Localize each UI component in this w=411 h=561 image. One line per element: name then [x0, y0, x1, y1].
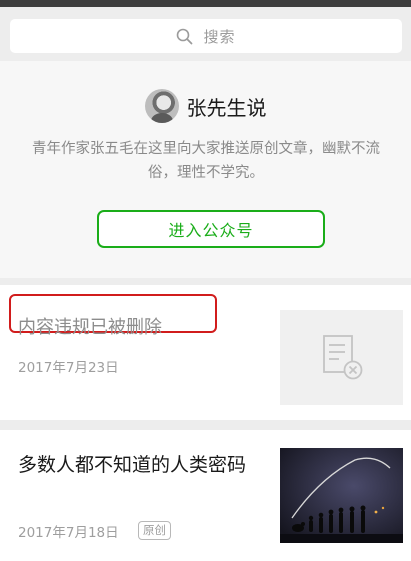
account-description: 青年作家张五毛在这里向大家推送原创文章，幽默不流俗，理性不学究。: [32, 141, 380, 181]
article-date: 2017年7月18日: [18, 525, 119, 541]
search-area: 搜索: [0, 7, 411, 61]
article-thumbnail: [280, 448, 403, 543]
account-name: 张先生说: [186, 95, 267, 120]
search-icon: [177, 28, 193, 44]
original-badge: 原创: [138, 521, 171, 540]
article-title: 多数人都不知道的人类密码: [18, 454, 247, 476]
article-date: 2017年7月23日: [18, 360, 119, 376]
evolution-silhouette-image: [280, 448, 403, 543]
search-input[interactable]: 搜索: [10, 19, 402, 53]
article-item[interactable]: 多数人都不知道的人类密码 2017年7月18日 原创: [0, 430, 411, 561]
article-item-deleted[interactable]: 内容违规已被删除 2017年7月23日: [0, 285, 411, 420]
profile-header: 张先生说: [0, 87, 411, 125]
deleted-document-icon: [322, 334, 362, 379]
status-bar-strip: [0, 0, 411, 7]
deleted-thumbnail: [280, 310, 403, 405]
search-placeholder: 搜索: [203, 27, 236, 46]
avatar[interactable]: [144, 89, 179, 123]
account-profile: 张先生说 青年作家张五毛在这里向大家推送原创文章，幽默不流俗，理性不学究。 进入…: [0, 61, 411, 278]
enter-account-button[interactable]: 进入公众号: [97, 210, 325, 248]
article-title: 内容违规已被删除: [18, 317, 162, 338]
